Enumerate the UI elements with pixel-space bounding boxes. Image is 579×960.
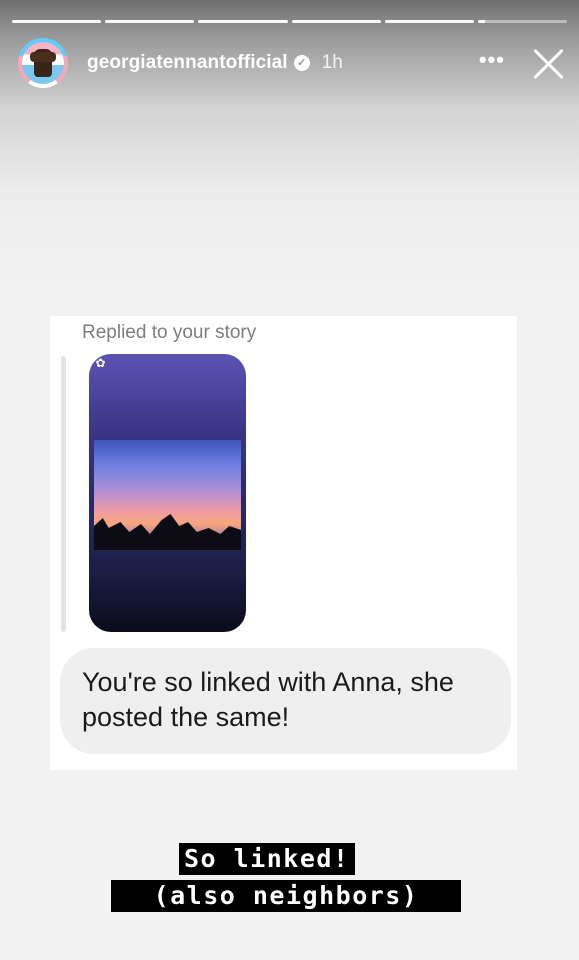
username[interactable]: georgiatennantofficial [87,52,288,74]
progress-segment [198,20,288,23]
avatar[interactable] [18,38,68,88]
badge-check-icon: ✿ [95,356,106,370]
story-progress-bar [12,20,568,23]
verified-badge-icon: ✓ [293,55,310,71]
raised-fist-icon [30,49,56,77]
sunset-photo [94,440,241,550]
progress-segment [291,20,381,23]
progress-segment-current [477,20,568,23]
close-icon[interactable] [531,46,565,80]
replied-label: Replied to your story [82,322,257,343]
avatar-image [22,42,64,84]
story-thumbnail[interactable]: ✿ [89,354,246,632]
progress-segment [12,20,102,23]
quote-bar [61,356,66,632]
post-time: 1h [321,52,343,73]
message-bubble: You're so linked with Anna, she posted t… [60,648,511,754]
tree-silhouette [94,514,241,550]
progress-segment [105,20,195,23]
caption-line-1: So linked! [179,843,355,875]
more-options-icon[interactable]: ••• [479,47,505,73]
caption-line-2: (also neighbors) [111,880,461,912]
reply-card: Replied to your story ✿ You're so linked… [50,316,517,770]
progress-segment [384,20,474,23]
story-header: georgiatennantofficial ✓ 1h ••• [18,38,565,88]
